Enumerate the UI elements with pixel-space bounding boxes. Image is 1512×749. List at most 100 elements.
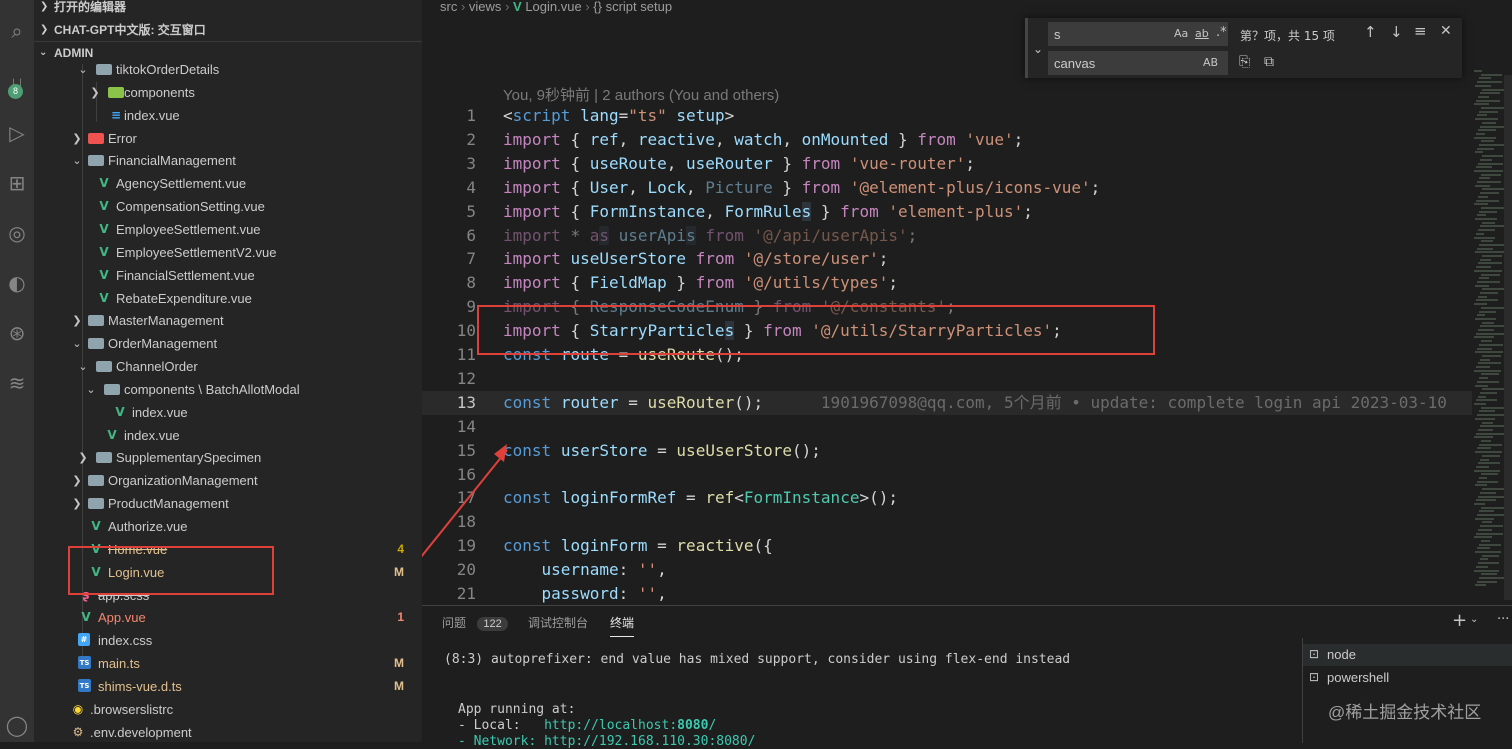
tab-terminal[interactable]: 终端 xyxy=(610,614,635,637)
minimap-line xyxy=(1476,499,1496,502)
breadcrumb-symbol[interactable]: {} script setup xyxy=(593,0,672,14)
line-number: 7 xyxy=(466,249,476,269)
run-debug-icon[interactable]: ▷ xyxy=(2,118,32,148)
tree-file[interactable]: V CompensationSetting.vue xyxy=(34,195,422,218)
tree-file[interactable]: Vindex.vue xyxy=(34,424,422,447)
tree-file[interactable]: V App.vue 1 xyxy=(34,606,422,629)
code-line[interactable]: 8 import { FieldMap } from '@/utils/types… xyxy=(422,271,1472,295)
open-editors-section[interactable]: ❯ 打开的编辑器 xyxy=(34,0,422,18)
code-line[interactable]: 12 xyxy=(422,367,1472,391)
tree-file[interactable]: V FinancialSettlement.vue xyxy=(34,264,422,287)
code-line[interactable]: 17 const loginFormRef = ref<FormInstance>… xyxy=(422,486,1472,510)
tree-file[interactable]: TS shims-vue.d.ts M xyxy=(34,675,422,698)
code-editor[interactable]: src › views › V Login.vue › {} script se… xyxy=(422,0,1512,605)
previous-match-icon[interactable]: ↑ xyxy=(1364,23,1377,41)
code-line[interactable]: 20 username: '', xyxy=(422,558,1472,582)
editor-scrollbar[interactable] xyxy=(1504,75,1512,600)
tree-folder[interactable]: ⌄ ChannelOrder xyxy=(34,355,422,378)
edge-icon[interactable]: ◐ xyxy=(2,268,32,298)
replace-input[interactable]: canvas xyxy=(1048,51,1228,75)
tree-folder[interactable]: ❯ MasterManagement xyxy=(34,309,422,332)
tree-folder[interactable]: ❯ ProductManagement xyxy=(34,492,422,515)
extensions-icon[interactable]: ⊞ xyxy=(2,168,32,198)
tree-file[interactable]: V EmployeeSettlement.vue xyxy=(34,218,422,241)
terminal-item-node[interactable]: ⊡ node xyxy=(1303,644,1512,666)
tree-folder[interactable]: ⌄ FinancialManagement xyxy=(34,149,422,172)
tree-item-label: Authorize.vue xyxy=(108,519,188,534)
tree-folder[interactable]: ❯ Error xyxy=(34,127,422,150)
chevron-down-icon[interactable]: ⌄ xyxy=(1470,614,1478,625)
folder-icon xyxy=(88,155,104,167)
highlight-box-login xyxy=(68,546,274,595)
code-line[interactable]: 5 import { FormInstance, FormRules } from… xyxy=(422,200,1472,224)
tree-file[interactable]: TS main.ts M xyxy=(34,652,422,675)
code-line[interactable]: 1 <script lang="ts" setup> xyxy=(422,104,1472,128)
minimap-line xyxy=(1482,121,1496,124)
tree-file[interactable]: V Authorize.vue xyxy=(34,515,422,538)
tree-folder[interactable]: ⌄ components \ BatchAllotModal xyxy=(34,378,422,401)
add-terminal-icon[interactable]: + xyxy=(1452,610,1467,631)
minimap-line xyxy=(1480,192,1499,195)
tree-file[interactable]: ◉ .browserslistrc xyxy=(34,698,422,721)
code-line[interactable]: 21 password: '', xyxy=(422,582,1472,605)
code-line[interactable]: 3 import { useRoute, useRouter } from 'vu… xyxy=(422,152,1472,176)
preserve-case-button[interactable]: AB xyxy=(1203,56,1218,69)
codelens-authors[interactable]: You, 9秒钟前 | 2 authors (You and others) xyxy=(503,84,779,105)
code-line[interactable]: 4 import { User, Lock, Picture } from '@e… xyxy=(422,176,1472,200)
breadcrumb-views[interactable]: views xyxy=(469,0,502,14)
minimap-line xyxy=(1475,251,1504,254)
replace-icon[interactable]: ⎘ xyxy=(1239,54,1250,70)
code-line[interactable]: 13 const router = useRouter(); 1901967098… xyxy=(422,390,1472,415)
match-case-button[interactable]: Aa xyxy=(1174,27,1188,40)
find-in-selection-icon[interactable]: ≡ xyxy=(1414,22,1427,40)
toggle-replace-chevron-icon[interactable]: ⌄ xyxy=(1033,42,1043,56)
tree-file[interactable]: ⚙ .env.development xyxy=(34,721,422,742)
close-icon[interactable]: ✕ xyxy=(1440,23,1452,39)
code-line[interactable]: 15 const userStore = useUserStore(); xyxy=(422,439,1472,463)
tab-debug-console[interactable]: 调试控制台 xyxy=(528,614,588,631)
whole-word-button[interactable]: ab xyxy=(1195,27,1209,40)
tab-problems[interactable]: 问题 122 xyxy=(442,614,508,631)
regex-button[interactable]: .* xyxy=(1216,25,1227,40)
search-icon[interactable]: ⌕ xyxy=(2,16,32,46)
breadcrumb-src[interactable]: src xyxy=(440,0,457,14)
code-line[interactable]: 19 const loginForm = reactive({ xyxy=(422,534,1472,558)
next-match-icon[interactable]: ↓ xyxy=(1390,23,1403,41)
tree-file[interactable]: V RebateExpenditure.vue xyxy=(34,287,422,310)
replace-all-icon[interactable]: ⧉ xyxy=(1264,54,1274,70)
tree-folder[interactable]: ❯ OrganizationManagement xyxy=(34,469,422,492)
minimap-line xyxy=(1475,484,1487,487)
tree-file[interactable]: ≡ index.vue xyxy=(34,104,422,127)
tree-item-label: RebateExpenditure.vue xyxy=(116,290,252,306)
tree-file[interactable]: V EmployeeSettlementV2.vue xyxy=(34,241,422,264)
tree-folder[interactable]: ❯ SupplementarySpecimen xyxy=(34,446,422,469)
code-line[interactable]: 14 xyxy=(422,415,1472,439)
chat-gpt-section[interactable]: ❯ CHAT-GPT中文版: 交互窗口 xyxy=(34,19,422,41)
terminal-item-powershell[interactable]: ⊡ powershell xyxy=(1303,667,1512,689)
minimap-line xyxy=(1479,243,1504,246)
code-line[interactable]: 2 import { ref, reactive, watch, onMounte… xyxy=(422,128,1472,152)
breadcrumb-file[interactable]: Login.vue xyxy=(525,0,581,14)
tree-file[interactable]: # index.css xyxy=(34,629,422,652)
tree-folder[interactable]: ⌄ OrderManagement xyxy=(34,332,422,355)
account-icon[interactable]: ◯ xyxy=(2,710,32,740)
minimap-line xyxy=(1476,366,1490,368)
code-line[interactable]: 16 xyxy=(422,463,1472,487)
tree-folder[interactable]: ⌄ tiktokOrderDetails xyxy=(34,58,422,81)
tree-file[interactable]: V AgencySettlement.vue xyxy=(34,172,422,195)
docker-icon[interactable]: ≋ xyxy=(2,368,32,398)
line-number: 10 xyxy=(456,321,476,341)
code-line[interactable]: 7 import useUserStore from '@/store/user'… xyxy=(422,247,1472,271)
code-line[interactable]: 18 xyxy=(422,510,1472,534)
local-url-link[interactable]: http://localhost:8080/ xyxy=(544,718,716,733)
remote-icon[interactable]: ◎ xyxy=(2,218,32,248)
line-number: 1 xyxy=(466,106,476,125)
tree-file[interactable]: Vindex.vue xyxy=(34,401,422,424)
more-actions-icon[interactable]: ··· xyxy=(1497,612,1509,627)
git-graph-icon[interactable]: ⊛ xyxy=(2,318,32,348)
minimap-line xyxy=(1477,480,1498,483)
minimap-line xyxy=(1475,551,1501,553)
minimap-line xyxy=(1478,95,1489,98)
code-line[interactable]: 6 import * as userApis from '@/api/userAp… xyxy=(422,224,1472,248)
tree-folder[interactable]: ❯ components xyxy=(34,81,422,104)
